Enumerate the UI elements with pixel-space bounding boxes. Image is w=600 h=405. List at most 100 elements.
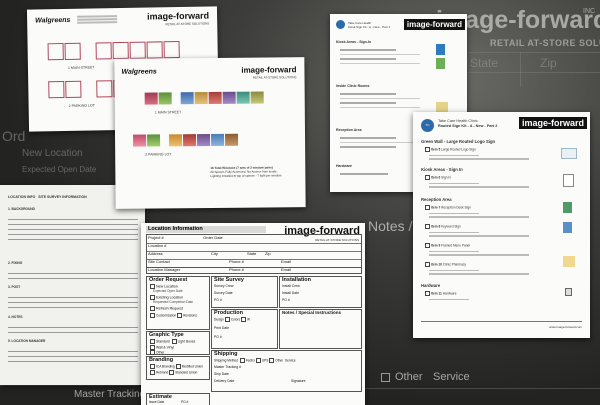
form-label-state: State [247, 251, 257, 256]
sheet3-lines-4 [340, 170, 420, 178]
form-label-zip: Zip [265, 251, 271, 256]
form-location-header: Location Information [146, 226, 266, 233]
form-label-address: Address [148, 251, 163, 256]
form-ship-tracking: Master Tracking # [214, 365, 241, 369]
sheet1-window [129, 41, 146, 59]
form-order-custom: Customization Revisions [150, 313, 197, 318]
form-graphic-type-title: Graphic Type [149, 332, 184, 338]
sheet2-tagline: RETAIL AT-STORE SOLUTIONS [252, 75, 297, 80]
sheet4-section-3: Reception Area [421, 197, 452, 202]
sheet2-image [194, 92, 208, 105]
form-notes-title: Notes / Special Instructions [282, 310, 342, 315]
sheet5-lines-5 [8, 347, 138, 366]
bg-other-label: Other [395, 371, 423, 383]
form-graphic-standard: Standard Light Boxes [150, 339, 195, 344]
sheet3-section-1: Kiosk Areas - Sign-In [336, 40, 372, 44]
sheet2-notes: 16 Total Windows (7 sets of 2 window pai… [210, 165, 283, 178]
sheet4-lines-1 [429, 152, 529, 162]
sheet2-image [144, 92, 158, 105]
sheet3-section-4: Hardware [336, 164, 352, 168]
form-estimate-po: PO # [181, 400, 189, 404]
form-branding-title: Branding [149, 357, 174, 363]
sheet4-thumb-hardware [565, 288, 572, 296]
form-order-refresh: Refresh Request [150, 306, 183, 311]
sheet5-lines-2 [8, 269, 138, 283]
sheet-location-info-form: LOCATION INFO SITE SURVEY INFORMATION 1.… [0, 185, 145, 385]
bg-line-3 [520, 52, 521, 87]
sheet2-image [225, 133, 239, 146]
sheet3-logo [336, 20, 345, 29]
sheet2-image [169, 134, 183, 147]
sheet4-brand-bar: image-forward [518, 117, 587, 129]
form-ship-delivery: Delivery Date [214, 379, 235, 383]
sheet1-tagline: RETAIL AT-STORE SOLUTIONS [165, 21, 210, 27]
sheet3-thumb [436, 58, 445, 69]
form-label-phone: Phone # [229, 259, 244, 264]
sheet4-lines-4 [429, 296, 529, 302]
form-survey-date: Survey Date [214, 291, 233, 295]
sheet2-image [208, 91, 222, 105]
form-label-site-contact: Site Contact [148, 259, 170, 264]
sheet1-window [112, 41, 129, 60]
sheet1-window [95, 42, 112, 60]
form-installation-title: Installation [282, 277, 312, 283]
bg-expected-open-date: Expected Open Date [22, 165, 97, 174]
sheet4-thumb-pharmacy [563, 256, 575, 267]
form-ship-date: Ship Date [214, 372, 229, 376]
sheet2-image [236, 91, 250, 104]
sheet1-window [47, 43, 64, 61]
sheet4-lines-3c [429, 248, 529, 258]
sheet3-thumb [436, 44, 445, 55]
sheet2-image [197, 133, 211, 147]
sheet4-section-1: Green Wall - Large Routed Logo Sign [421, 139, 496, 144]
form-order-expected-open: Expected Open Date [153, 289, 183, 293]
sheet4-lines-2 [429, 180, 529, 190]
sheet1-window [64, 42, 81, 61]
sheet2-image [133, 134, 147, 147]
sheet4-footer: www.image-forward.com [549, 325, 582, 329]
sheet4-thumb-reception [563, 202, 572, 213]
sheet3-lines-2 [340, 90, 420, 111]
sheet-routed-sign-kit: TC Take Care Health Clinic Routed Sign Ki… [413, 112, 590, 338]
form-manager-row [146, 266, 362, 274]
form-order-request-title: Order Request [149, 277, 188, 283]
sheet5-title: LOCATION INFO SITE SURVEY INFORMATION [8, 195, 87, 199]
form-prod-design: Design Colors W [214, 317, 250, 322]
form-label-location: Location # [148, 243, 167, 248]
bg-tagline: RETAIL AT-STORE SOLUTIONS [490, 38, 600, 48]
form-estimate-issue: Issue Date [149, 400, 165, 404]
sheet3-lines-1 [340, 46, 420, 67]
bg-zip-label: Zip [540, 56, 557, 70]
sheet4-lines-3a [429, 210, 529, 220]
form-prod-print-date: Print Date [214, 326, 230, 330]
bg-line-5 [360, 388, 600, 389]
sheet5-section-3: 3. POST [8, 285, 21, 289]
sheet4-logo: TC [421, 119, 434, 132]
sheet4-signature-line [421, 321, 582, 322]
sheet5-section-4: 4. NOTES [8, 315, 23, 319]
bg-checkbox-1 [381, 373, 390, 382]
sheet5-section-5: 5. LOCATION MANAGER [8, 339, 46, 343]
form-label-city: City [211, 251, 218, 256]
form-shipping-title: Shipping [214, 351, 238, 357]
sheet1-window [146, 41, 163, 59]
form-survey-crew: Survey Crew [214, 284, 234, 288]
sheet2-image [183, 134, 197, 147]
sheet5-lines-4 [8, 323, 138, 337]
sheet1-row2-label: 2 PARKING LOT [68, 103, 95, 108]
sheet4-lines-3b [429, 229, 529, 239]
sheet1-window [65, 80, 82, 99]
sheet2-row2-label: 2 PARKING LOT [145, 152, 172, 157]
bg-line-6 [0, 385, 140, 386]
sheet1-address [77, 14, 118, 25]
sheet2-image [180, 92, 194, 105]
sheet2-image [147, 134, 161, 147]
bg-state-label: State [470, 56, 499, 70]
form-order-requested-date: Requested Completion Date [153, 300, 194, 304]
form-prod-po: PO # [214, 335, 222, 339]
sheet1-window [48, 81, 65, 99]
sheet2-brand: image-forward [241, 65, 297, 75]
form-survey-po: PO # [214, 298, 222, 302]
sheet4-lines-3d [429, 267, 529, 277]
form-install-date: Install Date [282, 291, 299, 295]
